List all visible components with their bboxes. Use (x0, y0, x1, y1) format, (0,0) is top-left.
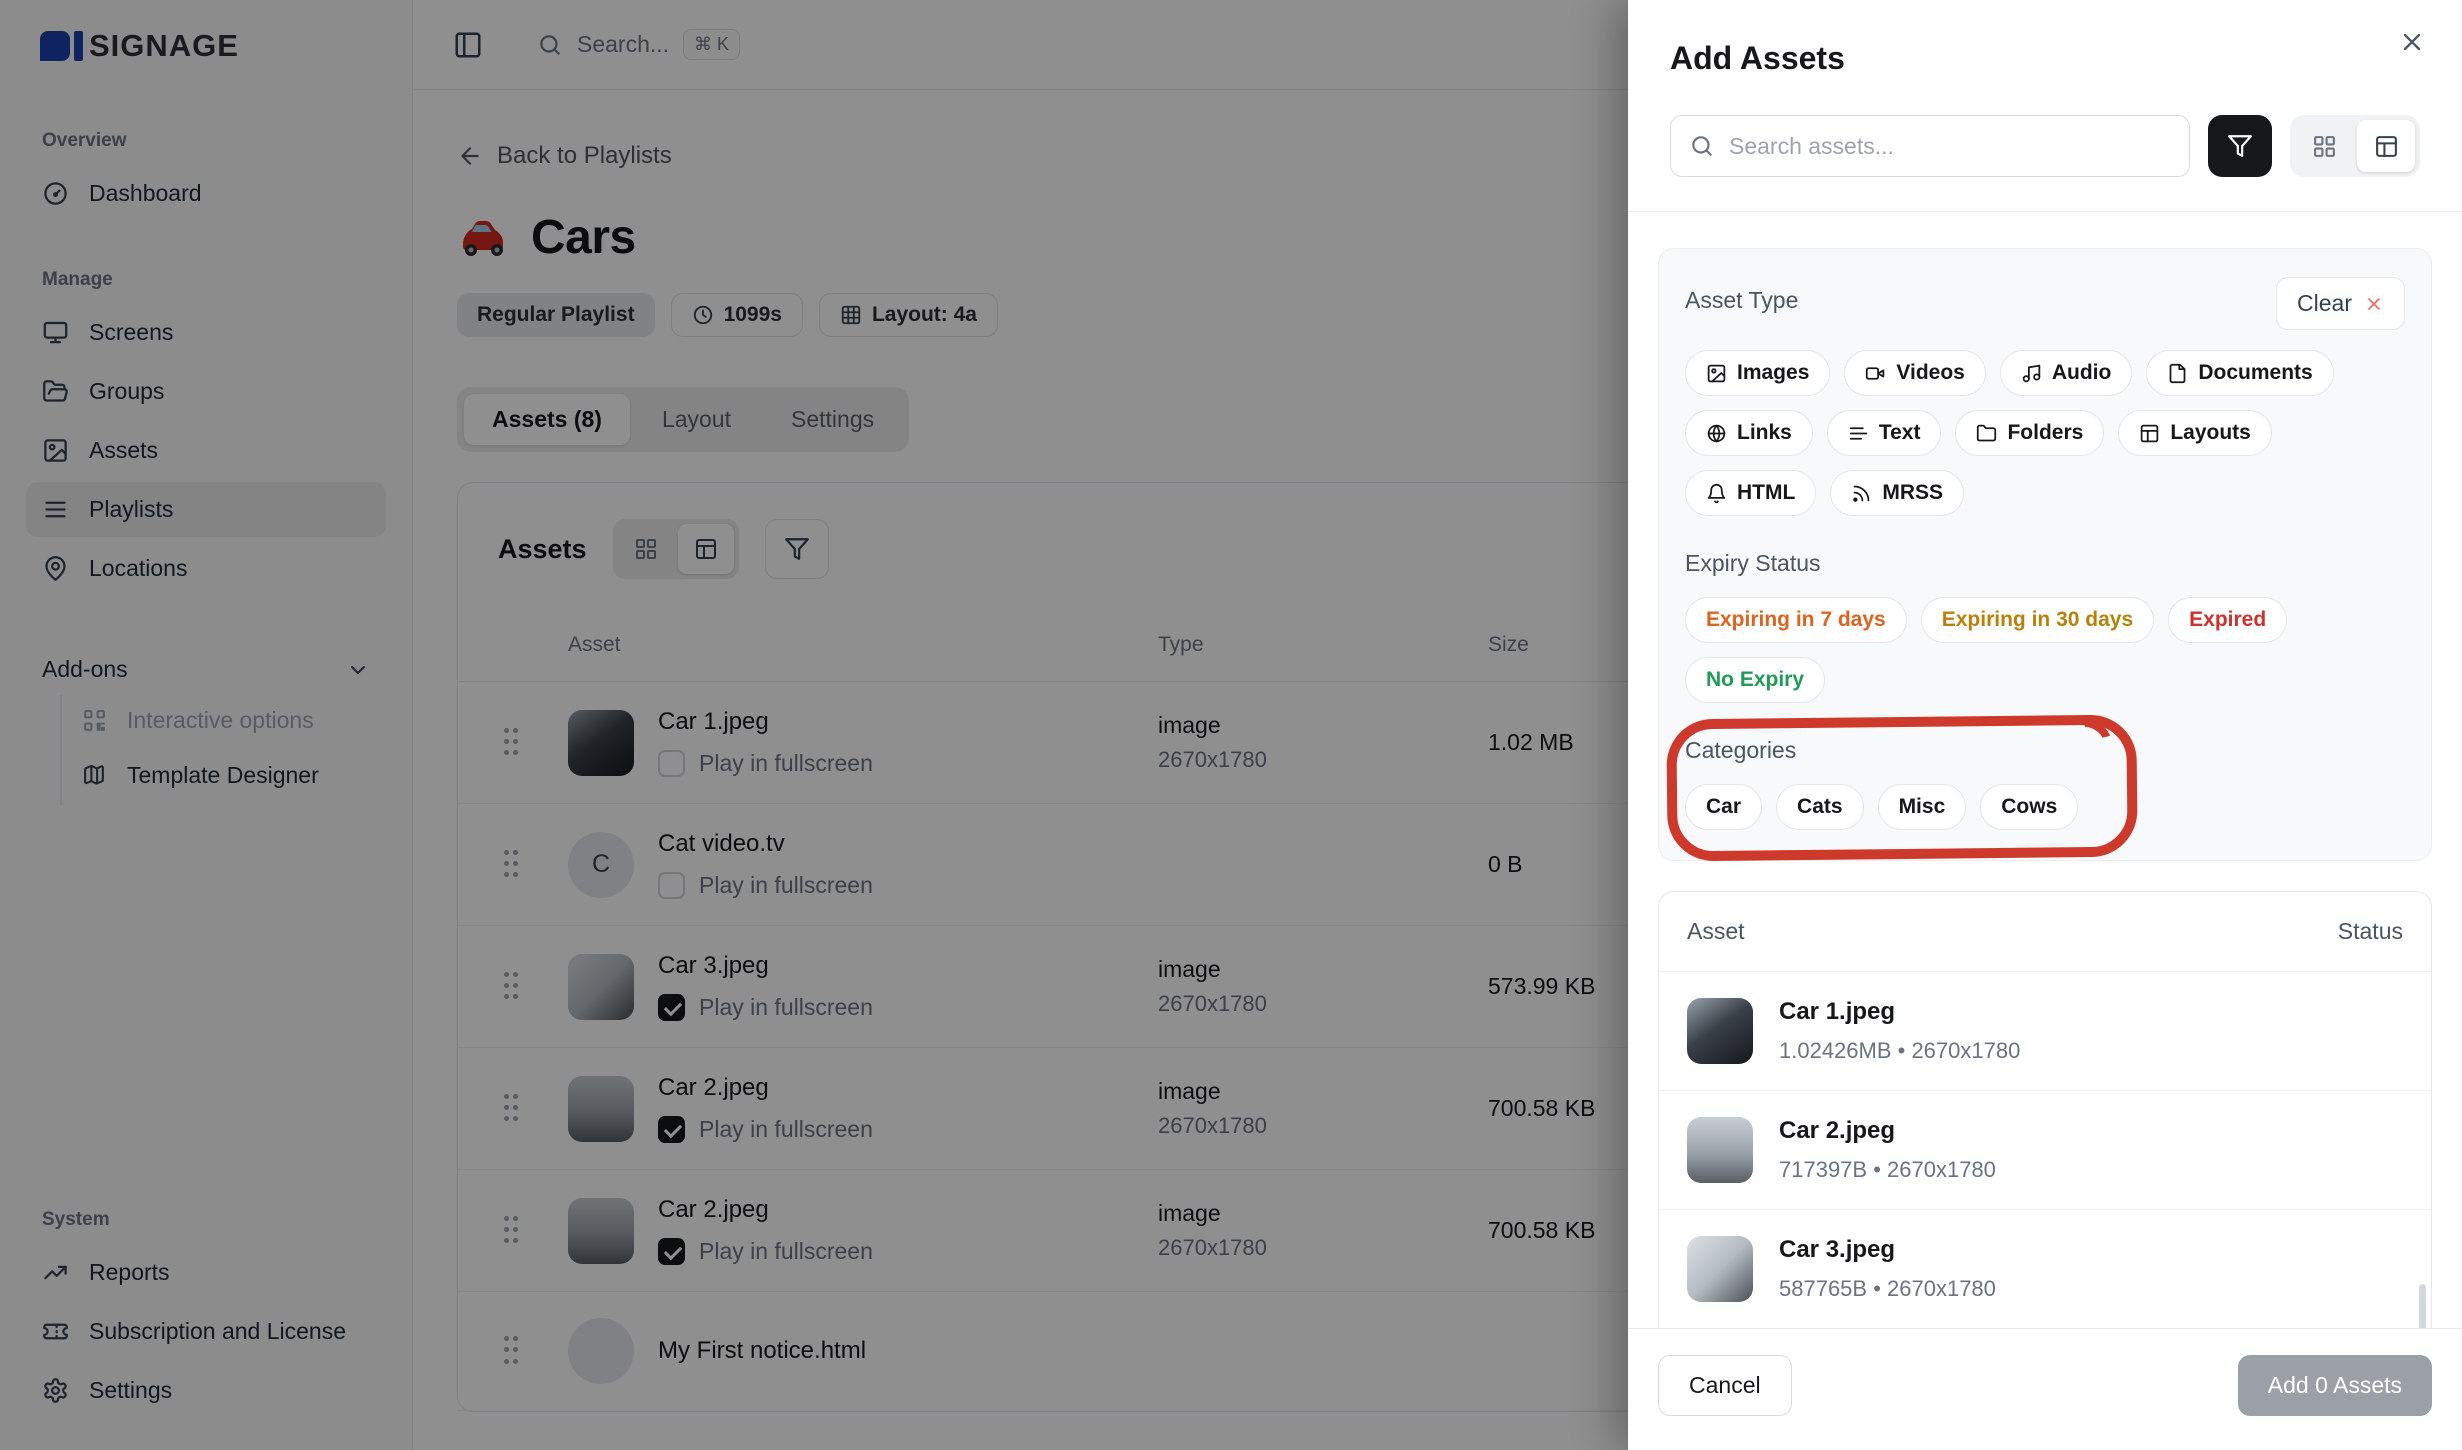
expiry-status-label: Expiry Status (1685, 550, 1821, 576)
asset-type-chip-layouts[interactable]: Layouts (2118, 410, 2272, 456)
search-icon (1689, 133, 1715, 159)
panel-view-toggle (2290, 115, 2420, 177)
list-item[interactable]: Car 1.jpeg 1.02426MB • 2670x1780 (1659, 972, 2431, 1091)
category-chip-car[interactable]: Car (1685, 784, 1762, 830)
categories-section: Categories Car Cats Misc Cows (1685, 737, 2125, 830)
expiry-chip-expired[interactable]: Expired (2168, 597, 2287, 643)
list-item[interactable]: Car 3.jpeg 587765B • 2670x1780 (1659, 1210, 2431, 1329)
asset-type-chip-videos[interactable]: Videos (1844, 350, 1985, 396)
asset-thumbnail (1687, 1117, 1753, 1183)
cancel-button[interactable]: Cancel (1658, 1355, 1792, 1416)
category-chip-misc[interactable]: Misc (1878, 784, 1967, 830)
category-chip-cows[interactable]: Cows (1980, 784, 2078, 830)
asset-search-box (1670, 115, 2190, 177)
table-view-button[interactable] (2357, 120, 2415, 172)
asset-type-chip-audio[interactable]: Audio (2000, 350, 2132, 396)
panel-footer: Cancel Add 0 Assets (1628, 1328, 2462, 1450)
grid-view-button[interactable] (2295, 120, 2353, 172)
close-icon[interactable] (2394, 24, 2430, 60)
add-assets-button[interactable]: Add 0 Assets (2238, 1355, 2432, 1416)
asset-type-label: Asset Type (1685, 287, 1798, 314)
categories-label: Categories (1685, 737, 1796, 763)
expiry-chip-7-days[interactable]: Expiring in 7 days (1685, 597, 1907, 643)
asset-type-chip-images[interactable]: Images (1685, 350, 1830, 396)
asset-type-chip-text[interactable]: Text (1827, 410, 1942, 456)
asset-type-chip-html[interactable]: HTML (1685, 470, 1816, 516)
panel-filter-button[interactable] (2208, 115, 2272, 177)
asset-thumbnail (1687, 1236, 1753, 1302)
expiry-chip-no-expiry[interactable]: No Expiry (1685, 657, 1825, 703)
list-item[interactable]: Car 2.jpeg 717397B • 2670x1780 (1659, 1091, 2431, 1210)
filters-card: Asset Type Clear Images Videos Audio Doc… (1658, 248, 2432, 861)
asset-search-input[interactable] (1729, 133, 2171, 160)
asset-type-chip-mrss[interactable]: MRSS (1830, 470, 1964, 516)
clear-filters-button[interactable]: Clear (2276, 277, 2405, 330)
panel-title: Add Assets (1670, 40, 2440, 77)
asset-thumbnail (1687, 998, 1753, 1064)
close-icon (2364, 294, 2384, 314)
expiry-chip-30-days[interactable]: Expiring in 30 days (1921, 597, 2154, 643)
column-header-asset: Asset (1687, 918, 1745, 945)
asset-type-chip-documents[interactable]: Documents (2146, 350, 2333, 396)
asset-type-chip-links[interactable]: Links (1685, 410, 1813, 456)
column-header-status: Status (2338, 918, 2403, 945)
category-chip-cats[interactable]: Cats (1776, 784, 1864, 830)
asset-type-chip-folders[interactable]: Folders (1955, 410, 2104, 456)
add-assets-panel: Add Assets Asset Type Clear Images Video… (1628, 0, 2462, 1450)
